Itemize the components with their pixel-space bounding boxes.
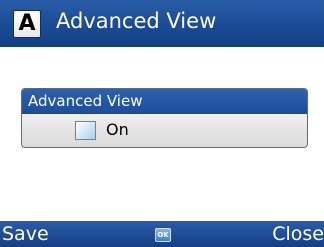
close-softkey[interactable]: Close [272, 223, 324, 245]
group-header: Advanced View [22, 89, 307, 114]
save-softkey[interactable]: Save [2, 223, 49, 245]
app-letter-a-icon: A [13, 10, 41, 38]
title-bar: A Advanced View [0, 0, 324, 47]
on-checkbox[interactable] [75, 121, 96, 140]
ok-key-icon[interactable]: OK [155, 228, 171, 242]
app-icon-letter: A [18, 11, 36, 36]
option-row-on[interactable]: On [22, 114, 307, 147]
window-title: Advanced View [56, 9, 217, 33]
advanced-view-group: Advanced View On [21, 88, 308, 148]
softkey-bar: Save OK Close [0, 221, 324, 247]
option-label: On [106, 120, 129, 139]
